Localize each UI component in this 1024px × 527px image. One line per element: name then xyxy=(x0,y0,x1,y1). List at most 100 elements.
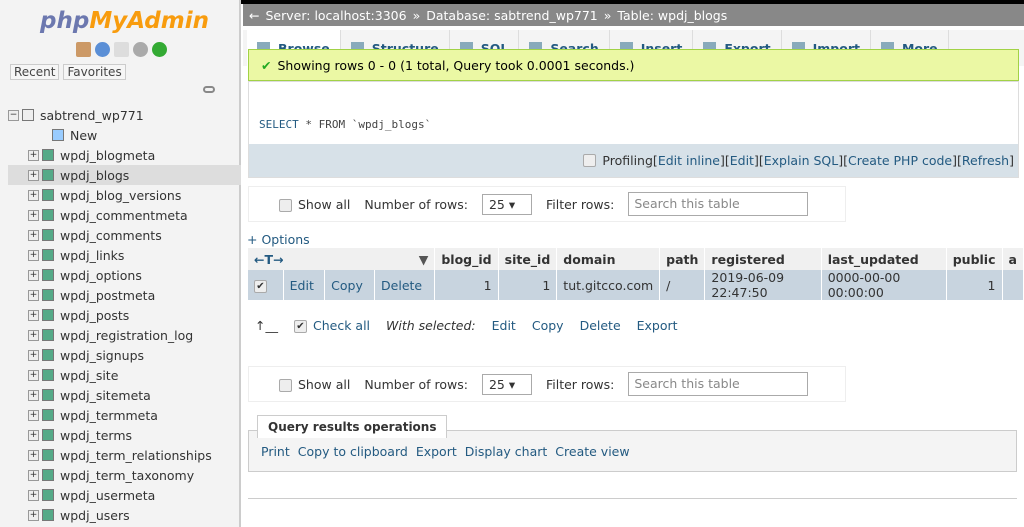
expand-icon[interactable]: + xyxy=(28,389,39,401)
table-cell[interactable]: 0000-00-00 00:00:00 xyxy=(821,270,947,300)
recent-button[interactable]: Recent xyxy=(10,64,60,80)
sidebar-table-item[interactable]: + wpdj_posts xyxy=(8,305,241,325)
sidebar-table-item[interactable]: + wpdj_usermeta xyxy=(8,485,241,505)
table-cell[interactable]: 1 xyxy=(434,270,499,300)
expand-icon[interactable]: + xyxy=(28,229,39,241)
with-selected-edit[interactable]: Edit xyxy=(492,318,516,333)
column-header[interactable]: last_updated xyxy=(821,248,947,270)
profiling-link[interactable]: Edit xyxy=(730,153,754,168)
expand-icon[interactable]: + xyxy=(28,249,39,261)
sidebar-table-item[interactable]: + wpdj_termmeta xyxy=(8,405,241,425)
new-table-item[interactable]: New xyxy=(8,125,241,145)
sidebar-table-item[interactable]: + wpdj_blogmeta xyxy=(8,145,241,165)
logo[interactable]: phpMyAdmin xyxy=(40,8,209,34)
database-item[interactable]: − sabtrend_wp771 xyxy=(8,105,241,125)
profiling-link[interactable]: Create PHP code xyxy=(848,153,952,168)
expand-icon[interactable]: + xyxy=(28,429,39,441)
table-icon xyxy=(42,409,54,421)
column-header[interactable]: site_id xyxy=(498,248,558,270)
expand-icon[interactable]: + xyxy=(28,349,39,361)
filter-input[interactable]: Search this table xyxy=(628,192,809,216)
breadcrumb-server[interactable]: Server: localhost:3306 xyxy=(265,8,406,23)
table-cell[interactable]: tut.gitcco.com xyxy=(556,270,661,300)
breadcrumb-table[interactable]: Table: wpdj_blogs xyxy=(617,8,727,23)
table-cell[interactable]: 1 xyxy=(946,270,1003,300)
row-delete-link[interactable]: Delete xyxy=(381,278,422,293)
column-header[interactable]: domain xyxy=(556,248,661,270)
expand-icon[interactable]: + xyxy=(28,169,39,181)
table-icon xyxy=(42,349,54,361)
row-copy-link[interactable]: Copy xyxy=(331,278,363,293)
profiling-link[interactable]: Edit inline xyxy=(658,153,720,168)
reload-icon[interactable] xyxy=(152,42,167,57)
filter-input[interactable]: Search this table xyxy=(628,372,809,396)
expand-icon[interactable]: + xyxy=(28,469,39,481)
favorites-button[interactable]: Favorites xyxy=(63,64,126,80)
with-selected-export[interactable]: Export xyxy=(637,318,678,333)
sidebar-table-item[interactable]: + wpdj_term_relationships xyxy=(8,445,241,465)
sidebar-table-item[interactable]: + wpdj_comments xyxy=(8,225,241,245)
expand-icon[interactable]: + xyxy=(28,309,39,321)
expand-icon[interactable]: + xyxy=(28,409,39,421)
sidebar-table-item[interactable]: + wpdj_links xyxy=(8,245,241,265)
sidebar-table-item[interactable]: + wpdj_term_taxonomy xyxy=(8,465,241,485)
help-icon[interactable] xyxy=(95,42,110,57)
home-icon[interactable] xyxy=(76,42,91,57)
sidebar-table-item[interactable]: + wpdj_options xyxy=(8,265,241,285)
sidebar-table-item[interactable]: + wpdj_blogs xyxy=(8,165,241,185)
expand-icon[interactable]: + xyxy=(28,209,39,221)
column-header[interactable]: a xyxy=(1002,248,1024,270)
expand-icon[interactable]: + xyxy=(28,329,39,341)
table-cell[interactable]: 2019-06-09 22:47:50 xyxy=(704,270,822,300)
expand-icon[interactable]: + xyxy=(28,269,39,281)
gear-icon[interactable] xyxy=(133,42,148,57)
row-edit-link[interactable]: Edit xyxy=(290,278,314,293)
show-all-checkbox[interactable] xyxy=(279,198,292,212)
create-view-link[interactable]: Create view xyxy=(555,444,629,459)
breadcrumb: ← Server: localhost:3306» Database: sabt… xyxy=(243,4,1024,26)
row-checkbox[interactable]: ✔ xyxy=(254,279,267,293)
sidebar-table-item[interactable]: + wpdj_registration_log xyxy=(8,325,241,345)
with-selected-copy[interactable]: Copy xyxy=(532,318,564,333)
expand-icon[interactable]: + xyxy=(28,289,39,301)
with-selected-delete[interactable]: Delete xyxy=(580,318,621,333)
rows-select[interactable]: 25 ▾ xyxy=(481,193,532,215)
expand-icon[interactable]: + xyxy=(28,449,39,461)
back-arrow-icon[interactable]: ← xyxy=(249,8,259,23)
expand-icon[interactable]: + xyxy=(28,149,39,161)
rows-select[interactable]: 25 ▾ xyxy=(481,373,532,395)
collapse-icon[interactable]: − xyxy=(8,109,19,121)
sidebar-table-item[interactable]: + wpdj_site xyxy=(8,365,241,385)
sidebar-table-item[interactable]: + wpdj_signups xyxy=(8,345,241,365)
column-header[interactable]: public xyxy=(946,248,1003,270)
breadcrumb-database[interactable]: Database: sabtrend_wp771 xyxy=(426,8,598,23)
sidebar-table-item[interactable]: + wpdj_sitemeta xyxy=(8,385,241,405)
export-link[interactable]: Export xyxy=(416,444,457,459)
display-chart-link[interactable]: Display chart xyxy=(465,444,548,459)
column-header[interactable]: blog_id xyxy=(434,248,499,270)
link-icon[interactable] xyxy=(203,86,215,93)
expand-icon[interactable]: + xyxy=(28,489,39,501)
column-resize-handles[interactable]: ←T→ ▼ xyxy=(248,248,436,270)
sidebar-table-item[interactable]: + wpdj_terms xyxy=(8,425,241,445)
sidebar-table-item[interactable]: + wpdj_postmeta xyxy=(8,285,241,305)
expand-icon[interactable]: + xyxy=(28,509,39,521)
profiling-link[interactable]: Explain SQL xyxy=(764,153,838,168)
table-cell[interactable]: 1 xyxy=(498,270,558,300)
table-cell[interactable]: / xyxy=(659,270,706,300)
sidebar-table-item[interactable]: + wpdj_users xyxy=(8,505,241,525)
options-link[interactable]: + Options xyxy=(247,232,310,247)
column-header[interactable]: registered xyxy=(704,248,822,270)
copy-clipboard-link[interactable]: Copy to clipboard xyxy=(298,444,408,459)
profiling-link[interactable]: Refresh xyxy=(962,153,1009,168)
profiling-checkbox[interactable] xyxy=(583,154,597,167)
sidebar-table-item[interactable]: + wpdj_blog_versions xyxy=(8,185,241,205)
show-all-checkbox[interactable] xyxy=(279,378,292,392)
expand-icon[interactable]: + xyxy=(28,189,39,201)
print-link[interactable]: Print xyxy=(261,444,290,459)
check-all[interactable]: ✔ Check all xyxy=(293,318,370,333)
sidebar-table-item[interactable]: + wpdj_commentmeta xyxy=(8,205,241,225)
docs-icon[interactable] xyxy=(114,42,129,57)
column-header[interactable]: path xyxy=(659,248,706,270)
expand-icon[interactable]: + xyxy=(28,369,39,381)
